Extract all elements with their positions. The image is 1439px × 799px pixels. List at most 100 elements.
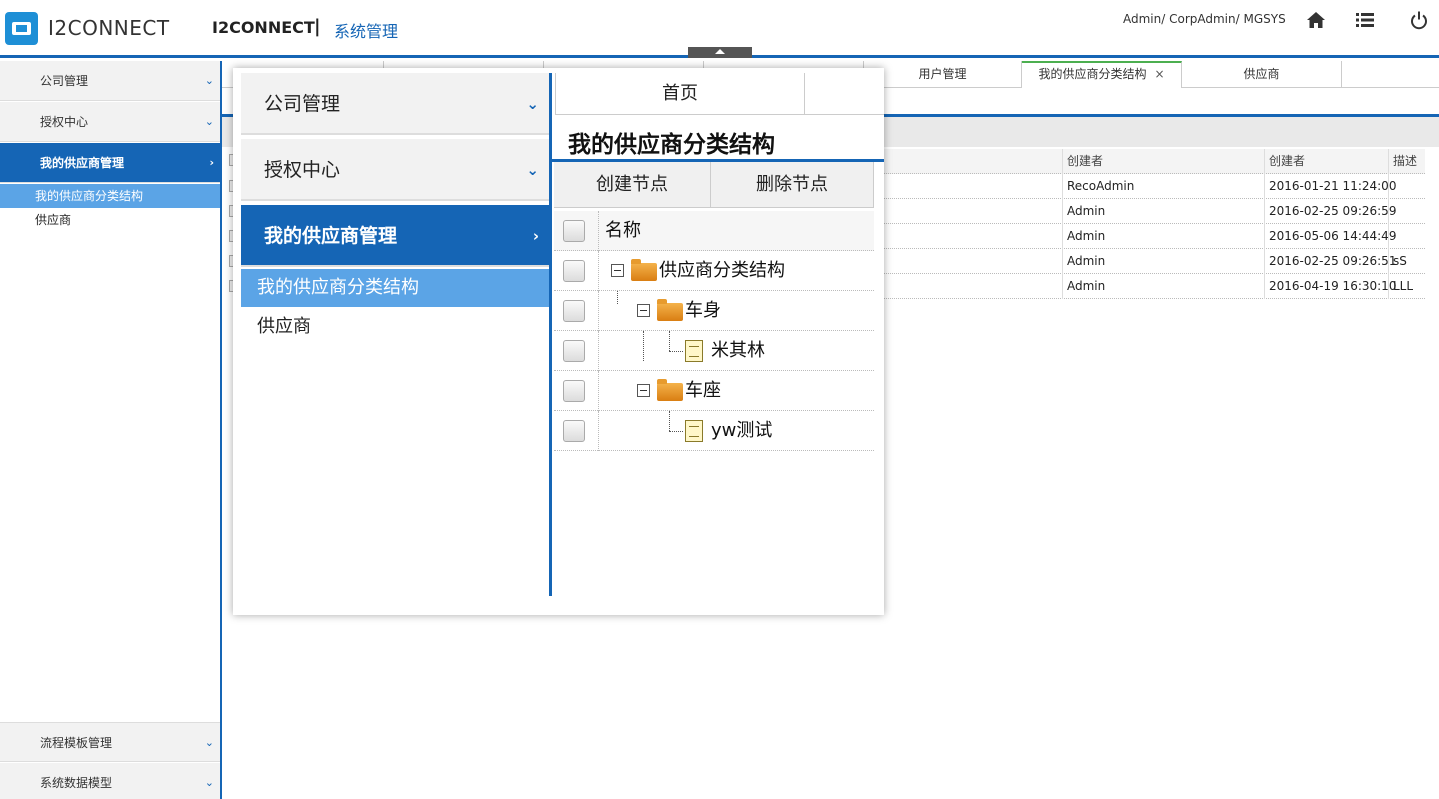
column-header[interactable]: 创建者	[1264, 149, 1388, 174]
create-node-button[interactable]: 创建节点	[554, 162, 711, 208]
sidebar-item-label: 系统数据模型	[40, 776, 113, 790]
table-row[interactable]: RecoAdmin 2016-01-21 11:24:00	[862, 174, 1425, 199]
chevron-down-icon: ⌄	[526, 95, 539, 113]
row-checkbox[interactable]	[563, 420, 585, 442]
power-icon[interactable]	[1409, 10, 1429, 30]
user-info[interactable]: Admin/ CorpAdmin/ MGSYS	[1123, 12, 1286, 26]
table-row[interactable]: Admin 2016-04-19 16:30:10 LLL	[862, 274, 1425, 299]
select-all-checkbox[interactable]	[563, 220, 585, 242]
chevron-down-icon: ⌄	[526, 161, 539, 179]
sidebar-subitem-supplier[interactable]: 供应商	[0, 208, 220, 232]
cell-desc	[1388, 224, 1425, 249]
row-checkbox[interactable]	[563, 300, 585, 322]
cell-date: 2016-02-25 09:26:59	[1264, 199, 1396, 224]
tree-connector	[669, 431, 683, 432]
tree-connector	[669, 411, 670, 431]
row-checkbox[interactable]	[563, 260, 585, 282]
table-header-row: 创建者 创建者 描述	[862, 149, 1425, 174]
tree-node-label[interactable]: yw测试	[711, 411, 772, 451]
file-icon	[685, 340, 703, 362]
zoom-sidebar-subitem-supplier[interactable]: 供应商	[241, 308, 551, 346]
collapse-icon[interactable]	[637, 384, 650, 397]
folder-icon	[657, 379, 683, 401]
sidebar-item-auth[interactable]: 授权中心 ⌄	[0, 102, 220, 142]
chevron-down-icon: ⌄	[204, 115, 214, 128]
cell-date: 2016-02-25 09:26:51	[1264, 249, 1396, 274]
tree-connector	[617, 291, 618, 304]
collapse-icon[interactable]	[637, 304, 650, 317]
zoom-sidebar-item-auth[interactable]: 授权中心 ⌄	[241, 139, 551, 201]
tab-home[interactable]: 首页	[555, 73, 805, 115]
collapse-header-toggle[interactable]	[688, 47, 752, 58]
cell-date: 2016-01-21 11:24:00	[1264, 174, 1396, 199]
tab-supplier-structure[interactable]: 我的供应商分类结构 ×	[1022, 61, 1182, 88]
cell-desc: LLL	[1388, 274, 1425, 299]
cell-creator: RecoAdmin	[1062, 174, 1264, 199]
zoom-main: 首页 我的供应商分类结构 创建节点 删除节点 名称 供应商分类结构 车身 米其林…	[552, 73, 884, 613]
sidebar-item-datamodel[interactable]: 系统数据模型 ⌄	[0, 763, 220, 799]
sidebar-item-label: 授权中心	[264, 159, 341, 181]
zoom-callout: 公司管理 ⌄ 授权中心 ⌄ 我的供应商管理 › 我的供应商分类结构 供应商 首页 我的…	[233, 68, 884, 615]
column-header[interactable]: 描述	[1388, 149, 1425, 174]
cell-desc: sS	[1388, 249, 1425, 274]
tree-node-label[interactable]: 车身	[685, 291, 721, 331]
chevron-down-icon: ⌄	[204, 736, 214, 749]
file-icon	[685, 420, 703, 442]
tree-connector	[669, 331, 670, 351]
page-title: 我的供应商分类结构	[568, 132, 775, 158]
tree-header-row: 名称	[554, 211, 874, 251]
column-header-name[interactable]: 名称	[605, 211, 641, 251]
cell-creator: Admin	[1062, 249, 1264, 274]
logo-icon	[5, 12, 38, 45]
sidebar: 公司管理 ⌄ 授权中心 ⌄ 我的供应商管理 › 我的供应商分类结构 供应商 流程模板管…	[0, 61, 222, 799]
sidebar-item-workflow[interactable]: 流程模板管理 ⌄	[0, 722, 220, 762]
chevron-down-icon: ⌄	[204, 74, 214, 87]
tree-node-label[interactable]: 米其林	[711, 331, 765, 371]
section-title[interactable]: 系统管理	[334, 18, 398, 42]
tree-row[interactable]: 车身	[554, 291, 874, 331]
tree-cell: yw测试	[598, 411, 772, 451]
close-icon[interactable]: ×	[1154, 67, 1164, 81]
tree-row[interactable]: 米其林	[554, 331, 874, 371]
zoom-sidebar-item-suppliers[interactable]: 我的供应商管理 ›	[241, 205, 551, 267]
zoom-sidebar-item-company[interactable]: 公司管理 ⌄	[241, 73, 551, 135]
sidebar-item-suppliers[interactable]: 我的供应商管理 ›	[0, 143, 220, 183]
tab-supplier[interactable]: 供应商	[1182, 61, 1342, 88]
tab-partial[interactable]	[805, 73, 884, 115]
logo-text: I2CONNECT	[48, 16, 170, 40]
delete-node-button[interactable]: 删除节点	[711, 162, 874, 208]
table-row[interactable]: Admin 2016-05-06 14:44:49	[862, 224, 1425, 249]
tree-row[interactable]: yw测试	[554, 411, 874, 451]
sidebar-item-label: 流程模板管理	[40, 736, 113, 750]
tree-toolbar: 创建节点 删除节点	[554, 162, 874, 208]
collapse-icon[interactable]	[611, 264, 624, 277]
data-table: 创建者 创建者 描述 RecoAdmin 2016-01-21 11:24:00…	[862, 149, 1425, 299]
cell-desc	[1388, 199, 1425, 224]
tree-header-cell: 名称	[598, 211, 641, 251]
tree-node-label[interactable]: 车座	[685, 371, 721, 411]
table-row[interactable]: Admin 2016-02-25 09:26:51 sS	[862, 249, 1425, 274]
column-header[interactable]: 创建者	[1062, 149, 1264, 174]
tree-row[interactable]: 供应商分类结构	[554, 251, 874, 291]
sidebar-item-label: 授权中心	[40, 115, 89, 129]
list-icon[interactable]	[1355, 10, 1375, 30]
folder-icon	[631, 259, 657, 281]
chevron-right-icon: ›	[209, 156, 214, 169]
sidebar-item-company[interactable]: 公司管理 ⌄	[0, 61, 220, 101]
folder-icon	[657, 299, 683, 321]
tab-label: 我的供应商分类结构	[1038, 67, 1147, 81]
row-checkbox[interactable]	[563, 340, 585, 362]
zoom-sidebar-subitem-supplier-structure[interactable]: 我的供应商分类结构	[241, 269, 551, 307]
chevron-right-icon: ›	[532, 227, 539, 245]
tab-users[interactable]: 用户管理	[864, 61, 1022, 88]
sidebar-subitem-supplier-structure[interactable]: 我的供应商分类结构	[0, 184, 220, 208]
tree-connector	[643, 331, 644, 361]
category-tree: 名称 供应商分类结构 车身 米其林 车座 yw测试	[554, 211, 874, 451]
tree-cell: 车座	[598, 371, 721, 411]
tree-row[interactable]: 车座	[554, 371, 874, 411]
table-row[interactable]: Admin 2016-02-25 09:26:59	[862, 199, 1425, 224]
cell-date: 2016-04-19 16:30:10	[1264, 274, 1396, 299]
tree-node-label[interactable]: 供应商分类结构	[659, 251, 785, 291]
row-checkbox[interactable]	[563, 380, 585, 402]
home-icon[interactable]	[1306, 10, 1326, 30]
